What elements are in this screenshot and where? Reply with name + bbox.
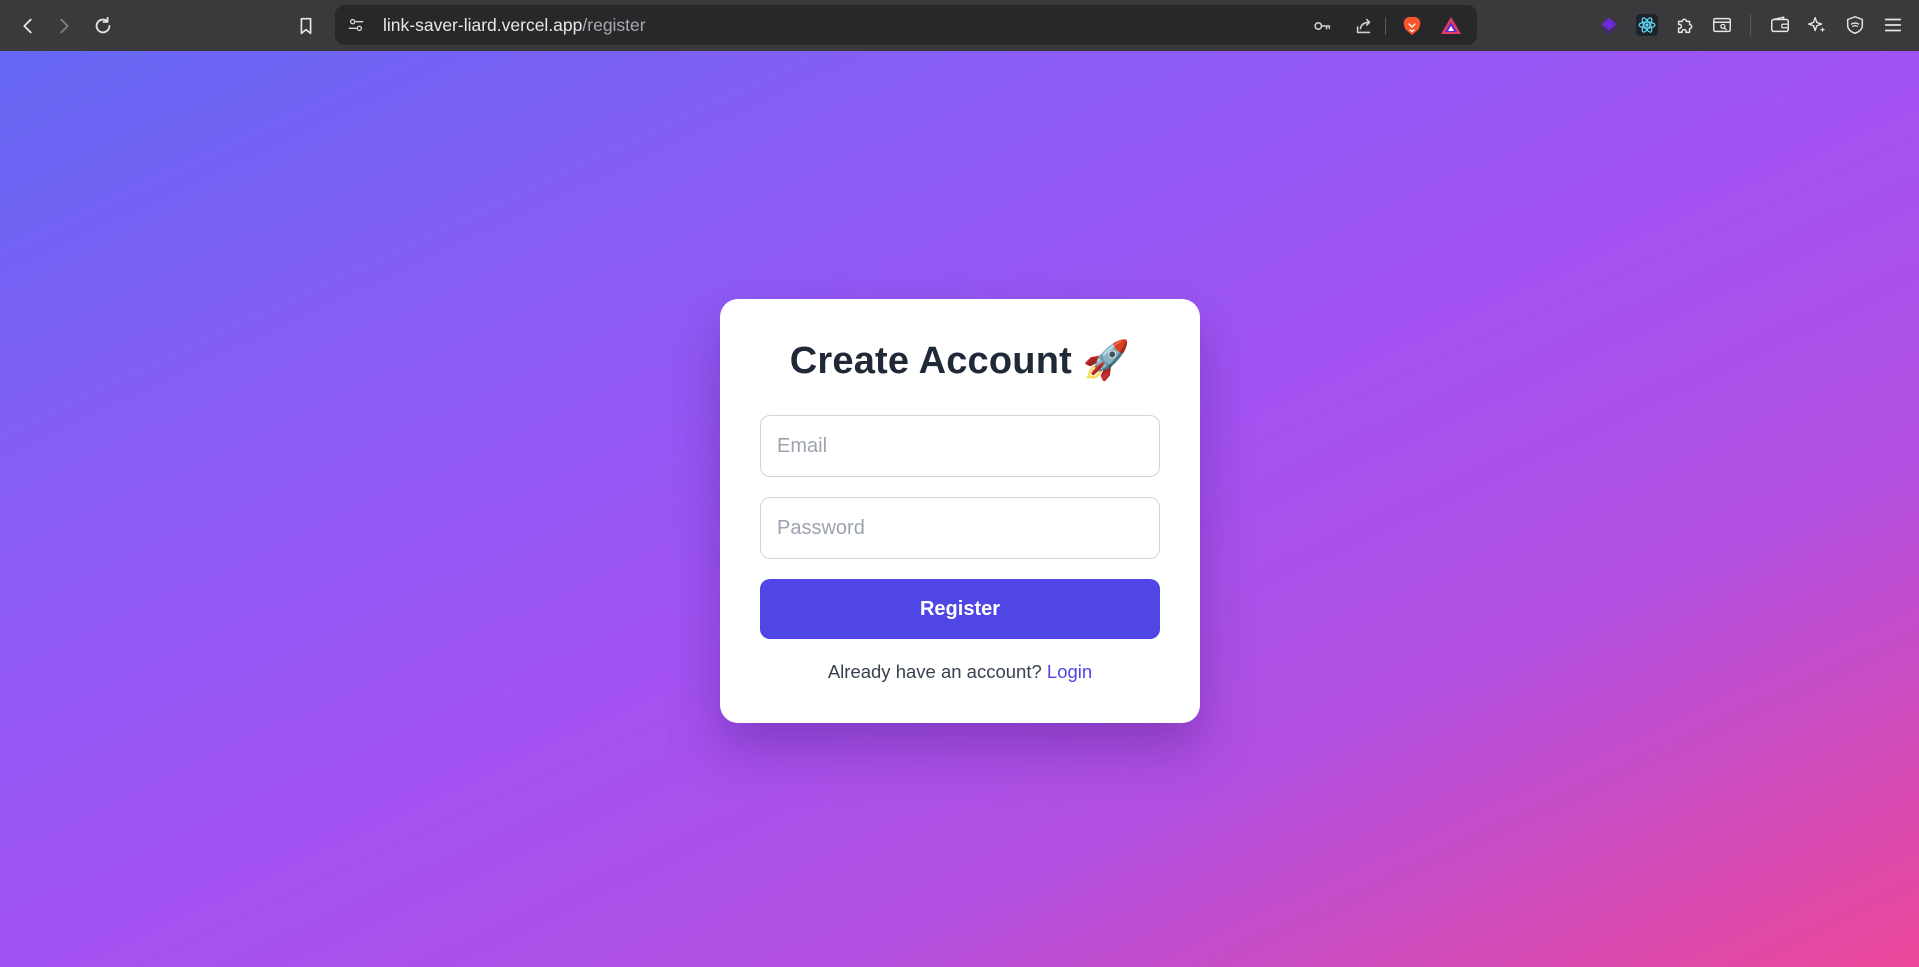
share-icon[interactable] xyxy=(1351,13,1377,39)
back-arrow-icon[interactable] xyxy=(13,11,43,41)
reload-icon[interactable] xyxy=(88,11,118,41)
forward-arrow-icon[interactable] xyxy=(49,11,79,41)
page-background: Create Account 🚀 Register Already have a… xyxy=(0,51,1919,967)
url-text[interactable]: link-saver-liard.vercel.app/register xyxy=(383,5,646,45)
puzzle-extensions-icon[interactable] xyxy=(1672,12,1698,38)
inspect-extension-icon[interactable] xyxy=(1709,12,1735,38)
tune-icon[interactable] xyxy=(345,14,367,36)
react-devtools-icon[interactable] xyxy=(1634,12,1660,38)
layers-extension-icon[interactable] xyxy=(1596,12,1622,38)
bookmark-icon[interactable] xyxy=(291,11,321,41)
register-button[interactable]: Register xyxy=(760,579,1160,639)
omnibox-divider xyxy=(1385,17,1386,35)
browser-toolbar: link-saver-liard.vercel.app/register xyxy=(0,0,1919,51)
login-link[interactable]: Login xyxy=(1047,661,1092,682)
page-title: Create Account 🚀 xyxy=(789,340,1131,382)
login-prompt: Already have an account? Login xyxy=(720,661,1200,683)
login-prompt-text: Already have an account? xyxy=(827,661,1047,682)
email-field[interactable] xyxy=(760,415,1160,477)
sparkle-icon[interactable] xyxy=(1804,12,1830,38)
key-icon[interactable] xyxy=(1309,13,1335,39)
toolbar-divider xyxy=(1750,14,1751,36)
shield-icon[interactable] xyxy=(1842,12,1868,38)
brave-lion-icon[interactable] xyxy=(1399,13,1425,39)
url-host: link-saver-liard.vercel.app xyxy=(383,15,583,35)
password-field[interactable] xyxy=(760,497,1160,559)
hamburger-menu-icon[interactable] xyxy=(1880,12,1906,38)
register-card: Create Account 🚀 Register Already have a… xyxy=(720,299,1200,723)
brave-rewards-icon[interactable] xyxy=(1438,13,1464,39)
address-bar[interactable]: link-saver-liard.vercel.app/register xyxy=(335,5,1477,45)
url-path: /register xyxy=(582,15,646,35)
wallet-icon[interactable] xyxy=(1767,12,1793,38)
